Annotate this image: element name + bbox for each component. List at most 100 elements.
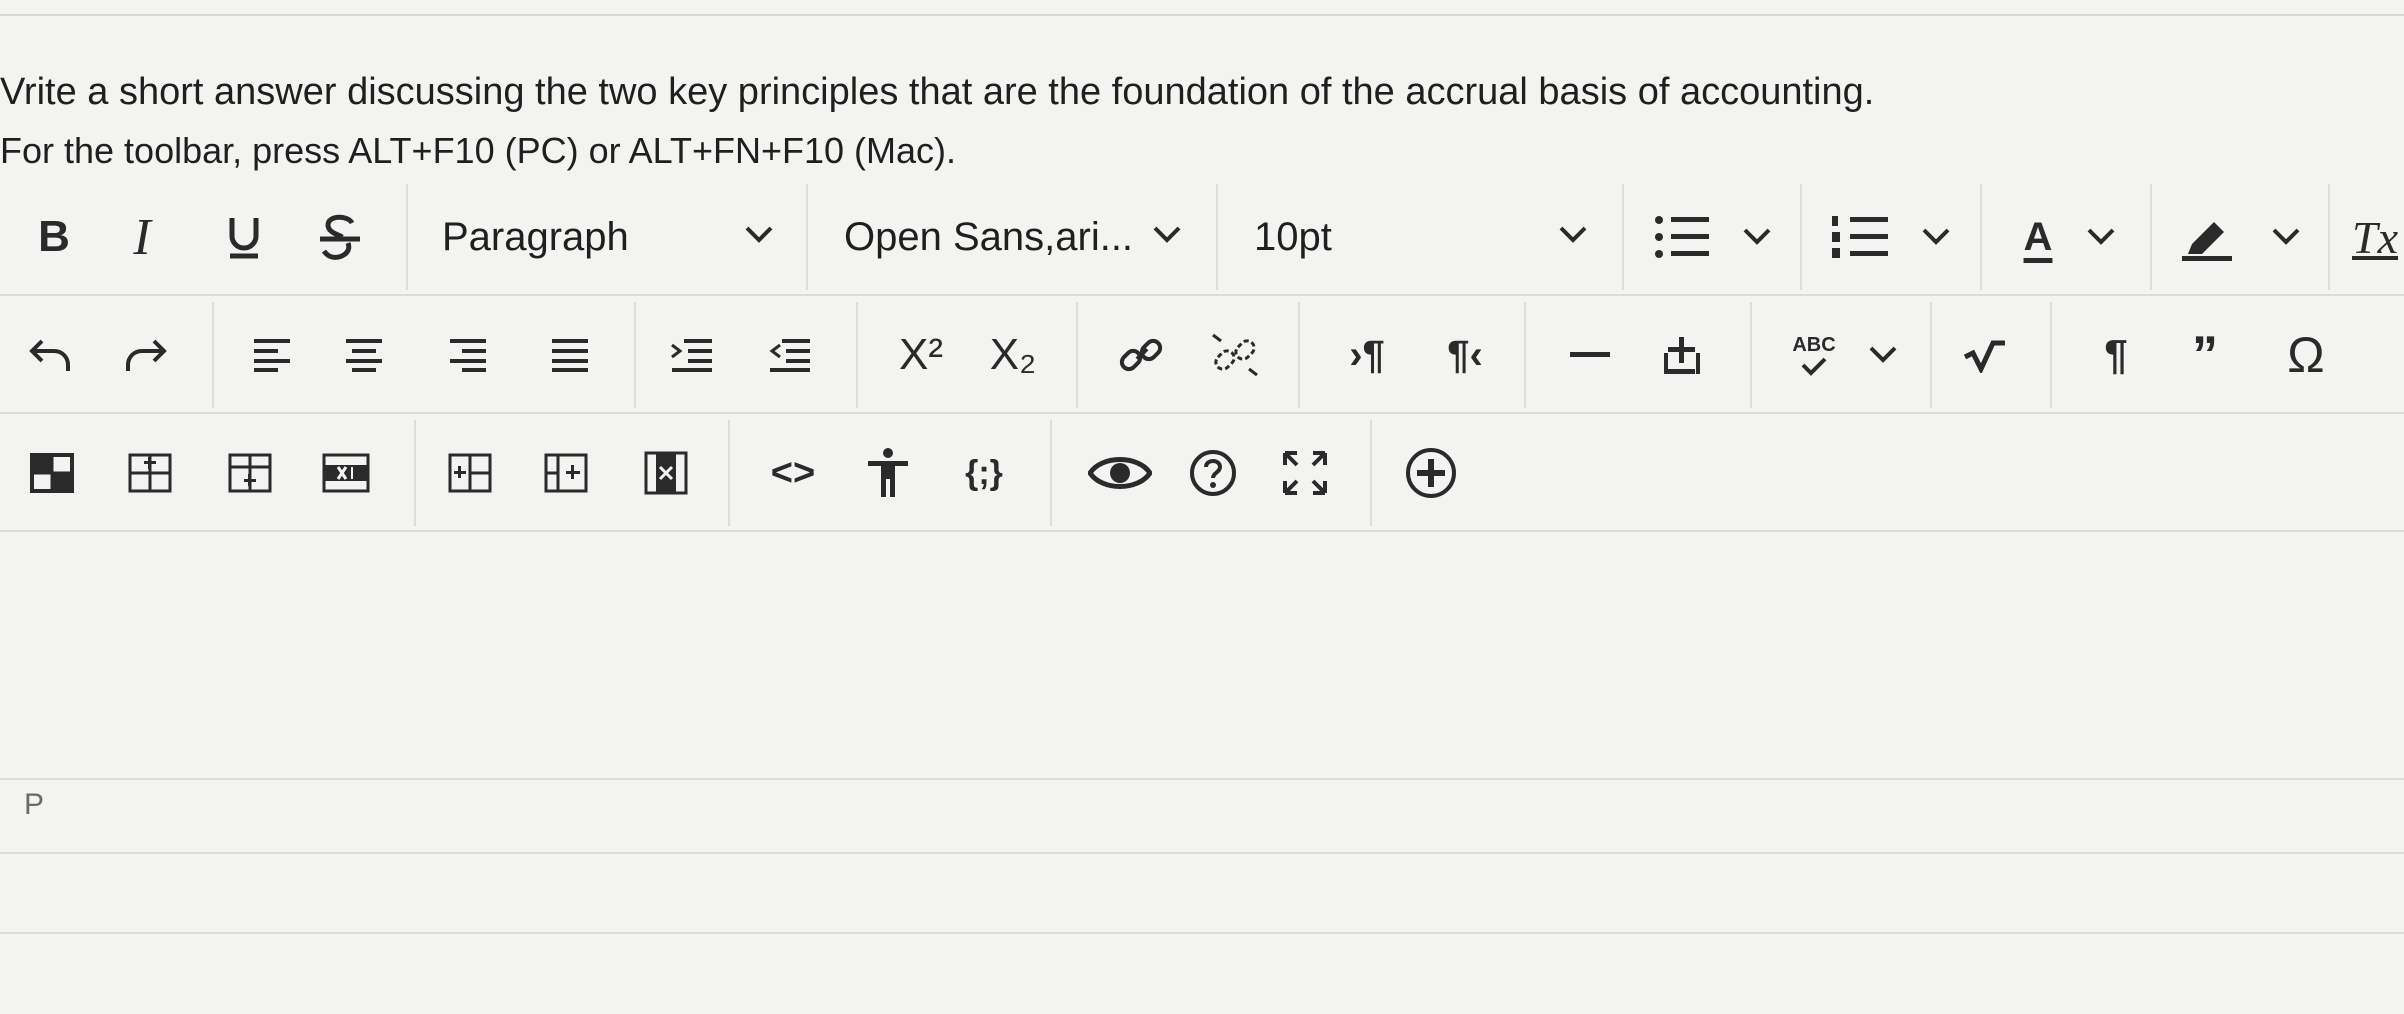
toolbar-separator — [1370, 420, 1372, 526]
align-left-icon — [254, 339, 290, 372]
horizontal-line-icon — [1570, 352, 1610, 357]
paragraph-mark-icon: ¶ — [2104, 331, 2128, 378]
toolbar-separator — [2150, 184, 2152, 290]
insert-column-after-button[interactable] — [536, 414, 596, 532]
underline-button[interactable] — [214, 178, 274, 296]
toolbar-separator — [1750, 302, 1752, 408]
align-center-icon — [346, 339, 382, 372]
help-icon — [1190, 450, 1236, 496]
underline-icon — [229, 218, 259, 259]
toolbar-separator — [634, 302, 636, 408]
undo-icon — [29, 339, 70, 371]
toolbar-separator — [1298, 302, 1300, 408]
insert-row-after-button[interactable] — [220, 414, 280, 532]
add-content-button[interactable] — [1396, 414, 1466, 532]
strikethrough-button[interactable] — [308, 178, 372, 296]
italic-button[interactable]: I — [112, 178, 172, 296]
table-row-insert-icon — [128, 453, 172, 493]
align-right-icon — [450, 339, 486, 372]
fullscreen-icon — [1283, 451, 1327, 495]
clear-formatting-button[interactable]: Tx — [2346, 178, 2404, 296]
justify-button[interactable] — [542, 296, 598, 414]
special-characters-button[interactable]: Ω — [2266, 296, 2346, 414]
toolbar-separator — [1050, 420, 1052, 526]
toolbar-separator — [1622, 184, 1624, 290]
plus-minus-icon — [1664, 337, 1700, 374]
math-equation-button[interactable] — [1950, 296, 2020, 414]
toolbar-separator — [1980, 184, 1982, 290]
justify-icon — [552, 339, 588, 372]
table-column-insert-icon — [448, 453, 492, 493]
toolbar-row-3: <> {;} — [0, 414, 2404, 532]
bullet-list-icon — [1655, 216, 1771, 258]
preview-button[interactable] — [1080, 414, 1160, 532]
editor-content-area[interactable] — [0, 534, 2404, 780]
top-divider — [0, 14, 2404, 16]
plus-minus-button[interactable] — [1652, 296, 1712, 414]
align-right-button[interactable] — [440, 296, 496, 414]
question-text: Vrite a short answer discussing the two … — [0, 71, 1875, 113]
bold-button[interactable]: B — [22, 178, 86, 296]
eye-icon — [1088, 457, 1152, 489]
subscript-button[interactable]: X₂ — [972, 296, 1054, 414]
help-button[interactable] — [1178, 414, 1248, 532]
outdent-button[interactable] — [760, 296, 820, 414]
spellcheck-icon: ABC — [1792, 334, 1836, 377]
table-column-insert-after-icon — [544, 453, 588, 493]
redo-button[interactable] — [116, 296, 176, 414]
toolbar-separator — [414, 420, 416, 526]
toolbar-separator — [212, 302, 214, 408]
outdent-icon — [769, 339, 810, 372]
chevron-down-icon — [1869, 346, 1897, 363]
horizontal-line-button[interactable] — [1560, 296, 1620, 414]
toolbar-separator — [2050, 302, 2052, 408]
accessibility-checker-button[interactable] — [858, 414, 918, 532]
quote-icon: ” — [2192, 326, 2218, 384]
source-code-button[interactable]: <> — [756, 414, 830, 532]
rtl-button[interactable]: ¶‹ — [1430, 296, 1500, 414]
insert-row-before-button[interactable] — [120, 414, 180, 532]
link-icon — [1119, 338, 1163, 372]
toolbar-separator — [2328, 184, 2330, 290]
editor-bottom-border — [0, 778, 2404, 780]
table-delete-column-icon — [644, 451, 688, 495]
redo-icon — [126, 339, 167, 371]
toolbar-row-2: X² X₂ ›¶ ¶‹ ABC ¶ ” Ω — [0, 296, 2404, 414]
show-blocks-button[interactable]: ¶ — [2086, 296, 2146, 414]
delete-row-button[interactable] — [316, 414, 376, 532]
table-row-insert-after-icon — [228, 453, 272, 493]
chevron-down-icon — [745, 226, 773, 243]
insert-table-button[interactable] — [22, 414, 82, 532]
remove-link-button[interactable] — [1198, 296, 1272, 414]
toolbar-separator — [1524, 302, 1526, 408]
table-icon — [30, 453, 74, 493]
bullet-list-button[interactable] — [1630, 178, 1800, 296]
lower-divider — [0, 932, 2404, 934]
toolbar-separator — [728, 420, 730, 526]
align-left-button[interactable] — [244, 296, 300, 414]
strikethrough-icon — [320, 214, 360, 260]
insert-column-before-button[interactable] — [440, 414, 500, 532]
block-format-dropdown[interactable]: Paragraph — [408, 178, 806, 296]
insert-link-button[interactable] — [1106, 296, 1176, 414]
toolbar-row-1: B I Paragraph Open Sans,ari... 10pt A Tx — [0, 178, 2404, 296]
align-center-button[interactable] — [336, 296, 392, 414]
delete-column-button[interactable] — [636, 414, 696, 532]
ltr-button[interactable]: ›¶ — [1332, 296, 1402, 414]
indent-button[interactable] — [662, 296, 722, 414]
fullscreen-button[interactable] — [1270, 414, 1340, 532]
highlight-color-button[interactable] — [2158, 178, 2328, 296]
text-color-button[interactable]: A — [1990, 178, 2150, 296]
plus-circle-icon — [1406, 448, 1456, 498]
numbered-list-icon — [1832, 216, 1950, 258]
blockquote-button[interactable]: ” — [2170, 296, 2240, 414]
font-family-dropdown[interactable]: Open Sans,ari... — [808, 178, 1216, 296]
spellcheck-button[interactable]: ABC — [1770, 296, 1920, 414]
chevron-down-icon — [1559, 226, 1587, 243]
superscript-button[interactable]: X² — [880, 296, 962, 414]
insert-template-button[interactable]: {;} — [948, 414, 1020, 532]
numbered-list-button[interactable] — [1808, 178, 1980, 296]
undo-button[interactable] — [20, 296, 80, 414]
font-size-dropdown[interactable]: 10pt — [1218, 178, 1622, 296]
toolbar-hint: For the toolbar, press ALT+F10 (PC) or A… — [0, 130, 957, 171]
